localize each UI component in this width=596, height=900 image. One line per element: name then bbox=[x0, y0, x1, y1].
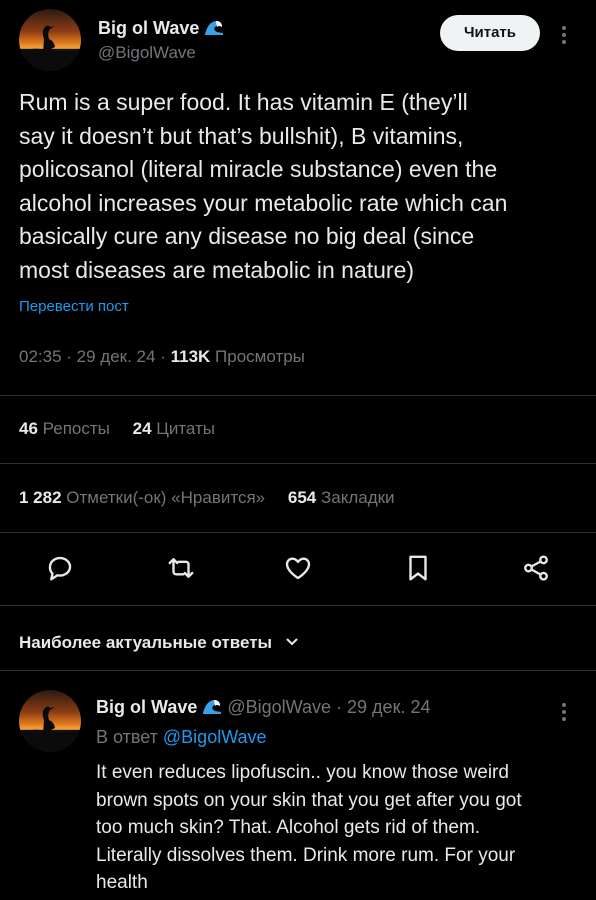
reposts-quotes-stats: 46 Репосты 24 Цитаты bbox=[19, 419, 215, 439]
share-icon[interactable] bbox=[521, 553, 551, 583]
reply-header: Big ol Wave @BigolWave · 29 дек. 24 bbox=[96, 697, 430, 720]
divider bbox=[0, 605, 596, 606]
reply-avatar[interactable] bbox=[19, 690, 81, 752]
bookmarks-stat[interactable]: 654 Закладки bbox=[288, 488, 395, 507]
translate-post-link[interactable]: Перевести пост bbox=[19, 298, 129, 315]
heron-silhouette-icon bbox=[19, 25, 81, 71]
reply-to-line: В ответ @BigolWave bbox=[96, 727, 267, 747]
reply-text: It even reduces lipofuscin.. you know th… bbox=[96, 762, 522, 893]
divider bbox=[0, 670, 596, 671]
reply-to-handle-link[interactable]: @BigolWave bbox=[163, 727, 267, 747]
reply-author-name[interactable]: Big ol Wave bbox=[96, 697, 197, 717]
author-handle[interactable]: @BigolWave bbox=[98, 43, 196, 63]
follow-read-button[interactable]: Читать bbox=[440, 15, 540, 51]
wave-emoji-icon bbox=[204, 18, 224, 41]
quotes-stat[interactable]: 24 Цитаты bbox=[133, 419, 215, 438]
reply-more-options-icon[interactable] bbox=[562, 700, 566, 724]
likes-bookmarks-stats: 1 282 Отметки(-ок) «Нравится» 654 Заклад… bbox=[19, 488, 395, 508]
post-meta: 02:35 · 29 дек. 24 · 113K Просмотры bbox=[19, 347, 305, 366]
avatar[interactable] bbox=[19, 9, 81, 71]
divider bbox=[0, 532, 596, 533]
reply-author-handle[interactable]: @BigolWave bbox=[227, 697, 331, 717]
post-text: Rum is a super food. It has vitamin E (t… bbox=[19, 89, 508, 283]
views-count: 113K bbox=[170, 347, 211, 366]
views-label: Просмотры bbox=[215, 347, 305, 366]
post-date[interactable]: 29 дек. 24 bbox=[77, 347, 156, 366]
divider bbox=[0, 395, 596, 396]
reply-date[interactable]: 29 дек. 24 bbox=[347, 697, 430, 717]
like-icon[interactable] bbox=[283, 553, 313, 583]
reposts-stat[interactable]: 46 Репосты bbox=[19, 419, 110, 438]
likes-stat[interactable]: 1 282 Отметки(-ок) «Нравится» bbox=[19, 488, 265, 507]
repost-icon[interactable] bbox=[166, 553, 196, 583]
post-time[interactable]: 02:35 bbox=[19, 347, 62, 366]
wave-emoji-icon bbox=[202, 697, 222, 720]
heron-silhouette-icon bbox=[19, 706, 81, 752]
more-options-icon[interactable] bbox=[562, 23, 566, 47]
bookmark-icon[interactable] bbox=[403, 553, 433, 583]
divider bbox=[0, 463, 596, 464]
reply-icon[interactable] bbox=[45, 553, 75, 583]
author-name[interactable]: Big ol Wave bbox=[98, 18, 224, 41]
chevron-down-icon bbox=[285, 632, 299, 652]
replies-sort-dropdown[interactable]: Наиболее актуальные ответы bbox=[19, 632, 299, 653]
